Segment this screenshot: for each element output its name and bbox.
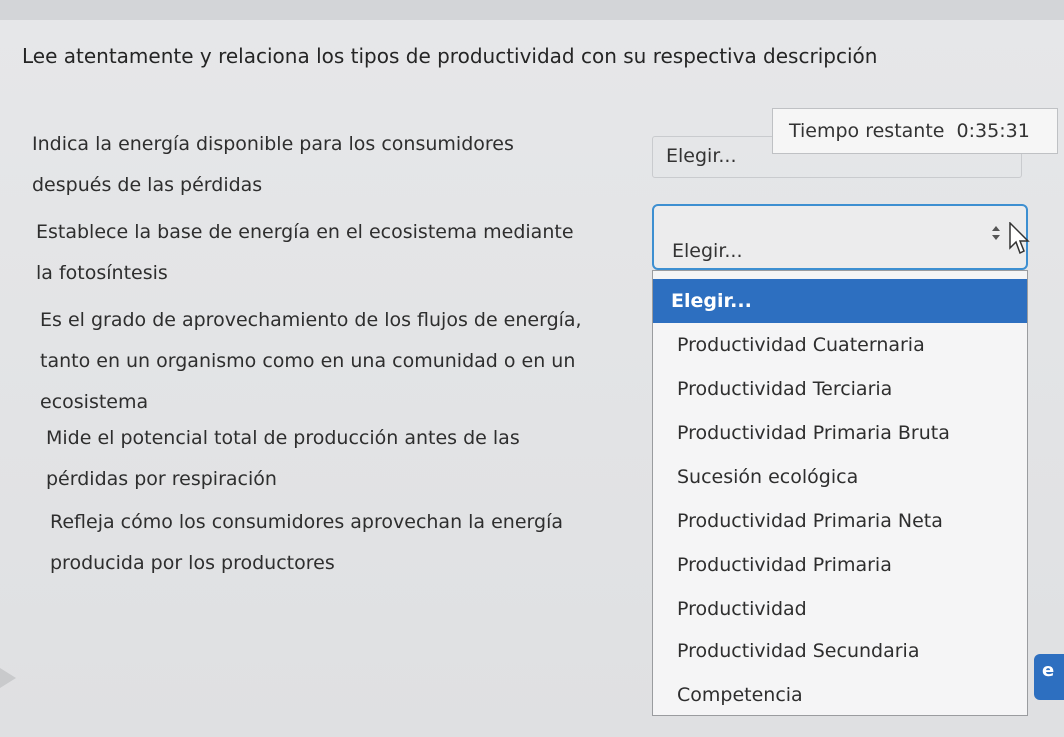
side-badge-text: e (1042, 660, 1055, 681)
answer-dropdown-list: Elegir... Productividad Cuaternaria Prod… (652, 270, 1028, 716)
instruction-text: Lee atentamente y relaciona los tipos de… (22, 44, 878, 68)
left-edge-arrow-icon (0, 668, 16, 688)
question-4-line-1: Mide el potencial total de producción an… (46, 427, 520, 449)
question-5-line-2: producida por los productores (50, 552, 335, 574)
dropdown-option-productividad-primaria-bruta[interactable]: Productividad Primaria Bruta (653, 411, 1027, 455)
question-2-line-2: la fotosíntesis (36, 262, 168, 284)
question-1-line-1: Indica la energía disponible para los co… (32, 133, 514, 155)
dropdown-option-productividad-terciaria[interactable]: Productividad Terciaria (653, 367, 1027, 411)
question-2-line-1: Establece la base de energía en el ecosi… (36, 221, 574, 243)
top-strip (0, 0, 1064, 20)
dropdown-option-productividad-primaria[interactable]: Productividad Primaria (653, 543, 1027, 587)
select-arrows-icon (992, 226, 1000, 240)
question-3-line-1: Es el grado de aprovechamiento de los fl… (40, 309, 582, 331)
mouse-cursor-icon (1009, 222, 1030, 255)
dropdown-option-productividad-secundaria[interactable]: Productividad Secundaria (653, 629, 1027, 673)
question-5: Refleja cómo los consumidores aprovechan… (50, 502, 563, 584)
dropdown-option-productividad-cuaternaria[interactable]: Productividad Cuaternaria (653, 323, 1027, 367)
question-1: Indica la energía disponible para los co… (32, 124, 514, 206)
question-2: Establece la base de energía en el ecosi… (36, 212, 574, 294)
dropdown-option-elegir[interactable]: Elegir... (653, 279, 1027, 323)
timer-label: Tiempo restante (789, 120, 945, 142)
dropdown-option-productividad[interactable]: Productividad (653, 587, 1027, 631)
dropdown-option-sucesion-ecologica[interactable]: Sucesión ecológica (653, 455, 1027, 499)
question-3-line-2: tanto en un organismo como en una comuni… (40, 350, 576, 372)
question-3-line-3: ecosistema (40, 391, 149, 413)
question-3: Es el grado de aprovechamiento de los fl… (40, 300, 582, 423)
question-4: Mide el potencial total de producción an… (46, 418, 520, 500)
timer-value: 0:35:31 (956, 120, 1030, 142)
answer-select-2-value: Elegir... (672, 240, 743, 262)
answer-select-1-value: Elegir... (666, 145, 737, 167)
question-1-line-2: después de las pérdidas (32, 174, 263, 196)
timer-box: Tiempo restante 0:35:31 (772, 108, 1058, 154)
question-5-line-1: Refleja cómo los consumidores aprovechan… (50, 511, 563, 533)
dropdown-option-competencia[interactable]: Competencia (653, 673, 1027, 717)
dropdown-option-productividad-primaria-neta[interactable]: Productividad Primaria Neta (653, 499, 1027, 543)
question-4-line-2: pérdidas por respiración (46, 468, 277, 490)
